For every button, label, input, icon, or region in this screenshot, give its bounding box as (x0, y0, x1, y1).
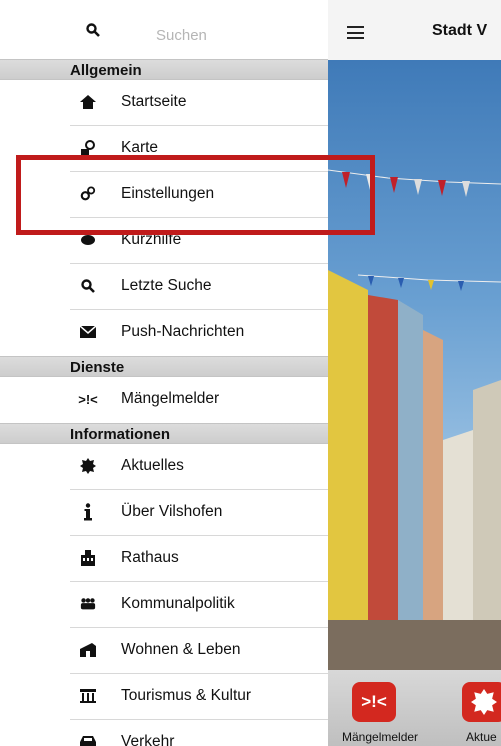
menu-item-push[interactable]: Push-Nachrichten (0, 310, 328, 356)
menu-label-tourismus: Tourismus & Kultur (121, 687, 252, 704)
photo-scene (328, 169, 501, 670)
menu-item-rathaus[interactable]: Rathaus (0, 536, 328, 582)
museum-icon (80, 688, 96, 704)
menu-label-ueber: Über Vilshofen (121, 503, 223, 520)
menu-item-aktuelles[interactable]: Aktuelles (0, 444, 328, 490)
section-informationen-label: Informationen (70, 426, 170, 443)
group-icon (80, 596, 96, 612)
maengelmelder-tile-label: Mängelmelder (342, 730, 419, 744)
main-content: Stadt V >!< Mängelmelder Aktue (328, 0, 501, 746)
menu-label-aktuelles: Aktuelles (121, 457, 184, 474)
menu-item-maengelmelder[interactable]: >!< Mängelmelder (0, 377, 328, 423)
menu-item-startseite[interactable]: Startseite (0, 80, 328, 126)
highlight-box (16, 155, 375, 235)
menu-item-ueber[interactable]: Über Vilshofen (0, 490, 328, 536)
map-icon (80, 140, 96, 156)
page-title: Stadt V (432, 22, 488, 39)
section-allgemein-label: Allgemein (70, 62, 142, 79)
town-street-photo (328, 60, 501, 670)
search-bar[interactable]: Suchen (0, 0, 328, 60)
bottom-bar: >!< Mängelmelder Aktue (328, 670, 501, 746)
menu-item-letzte-suche[interactable]: Letzte Suche (0, 264, 328, 310)
house-icon (80, 642, 96, 658)
town-hall-icon (80, 550, 96, 566)
menu-item-verkehr[interactable]: Verkehr (0, 720, 328, 746)
menu-label-rathaus: Rathaus (121, 549, 179, 566)
search-placeholder[interactable]: Suchen (156, 27, 207, 44)
envelope-icon (80, 324, 96, 340)
news-badge-icon (80, 458, 96, 474)
news-badge-icon[interactable] (462, 682, 501, 722)
alert-glyph-icon: >!< (78, 391, 98, 407)
search-icon (80, 278, 96, 294)
search-icon (86, 23, 100, 42)
home-icon (80, 94, 96, 110)
section-dienste: Dienste (0, 356, 328, 377)
section-allgemein: Allgemein (0, 59, 328, 80)
menu-label-maengelmelder: Mängelmelder (121, 390, 220, 407)
info-icon (80, 503, 96, 521)
menu-label-startseite: Startseite (121, 93, 187, 110)
side-menu: Suchen Allgemein Startseite Karte Einste… (0, 0, 329, 746)
menu-label-push: Push-Nachrichten (121, 323, 245, 340)
menu-item-kommunalpolitik[interactable]: Kommunalpolitik (0, 582, 328, 628)
top-bar: Stadt V (328, 0, 501, 61)
car-icon (80, 734, 96, 746)
menu-label-letzte-suche: Letzte Suche (121, 277, 212, 294)
menu-label-wohnen: Wohnen & Leben (121, 641, 241, 658)
section-informationen: Informationen (0, 423, 328, 444)
menu-item-wohnen[interactable]: Wohnen & Leben (0, 628, 328, 674)
menu-label-kommunalpolitik: Kommunalpolitik (121, 595, 235, 612)
maengelmelder-tile[interactable]: >!< (352, 682, 396, 722)
menu-label-verkehr: Verkehr (121, 733, 175, 746)
menu-item-tourismus[interactable]: Tourismus & Kultur (0, 674, 328, 720)
menu-icon[interactable] (347, 26, 364, 39)
aktuelles-tile-label: Aktue (466, 730, 497, 744)
section-dienste-label: Dienste (70, 359, 125, 376)
